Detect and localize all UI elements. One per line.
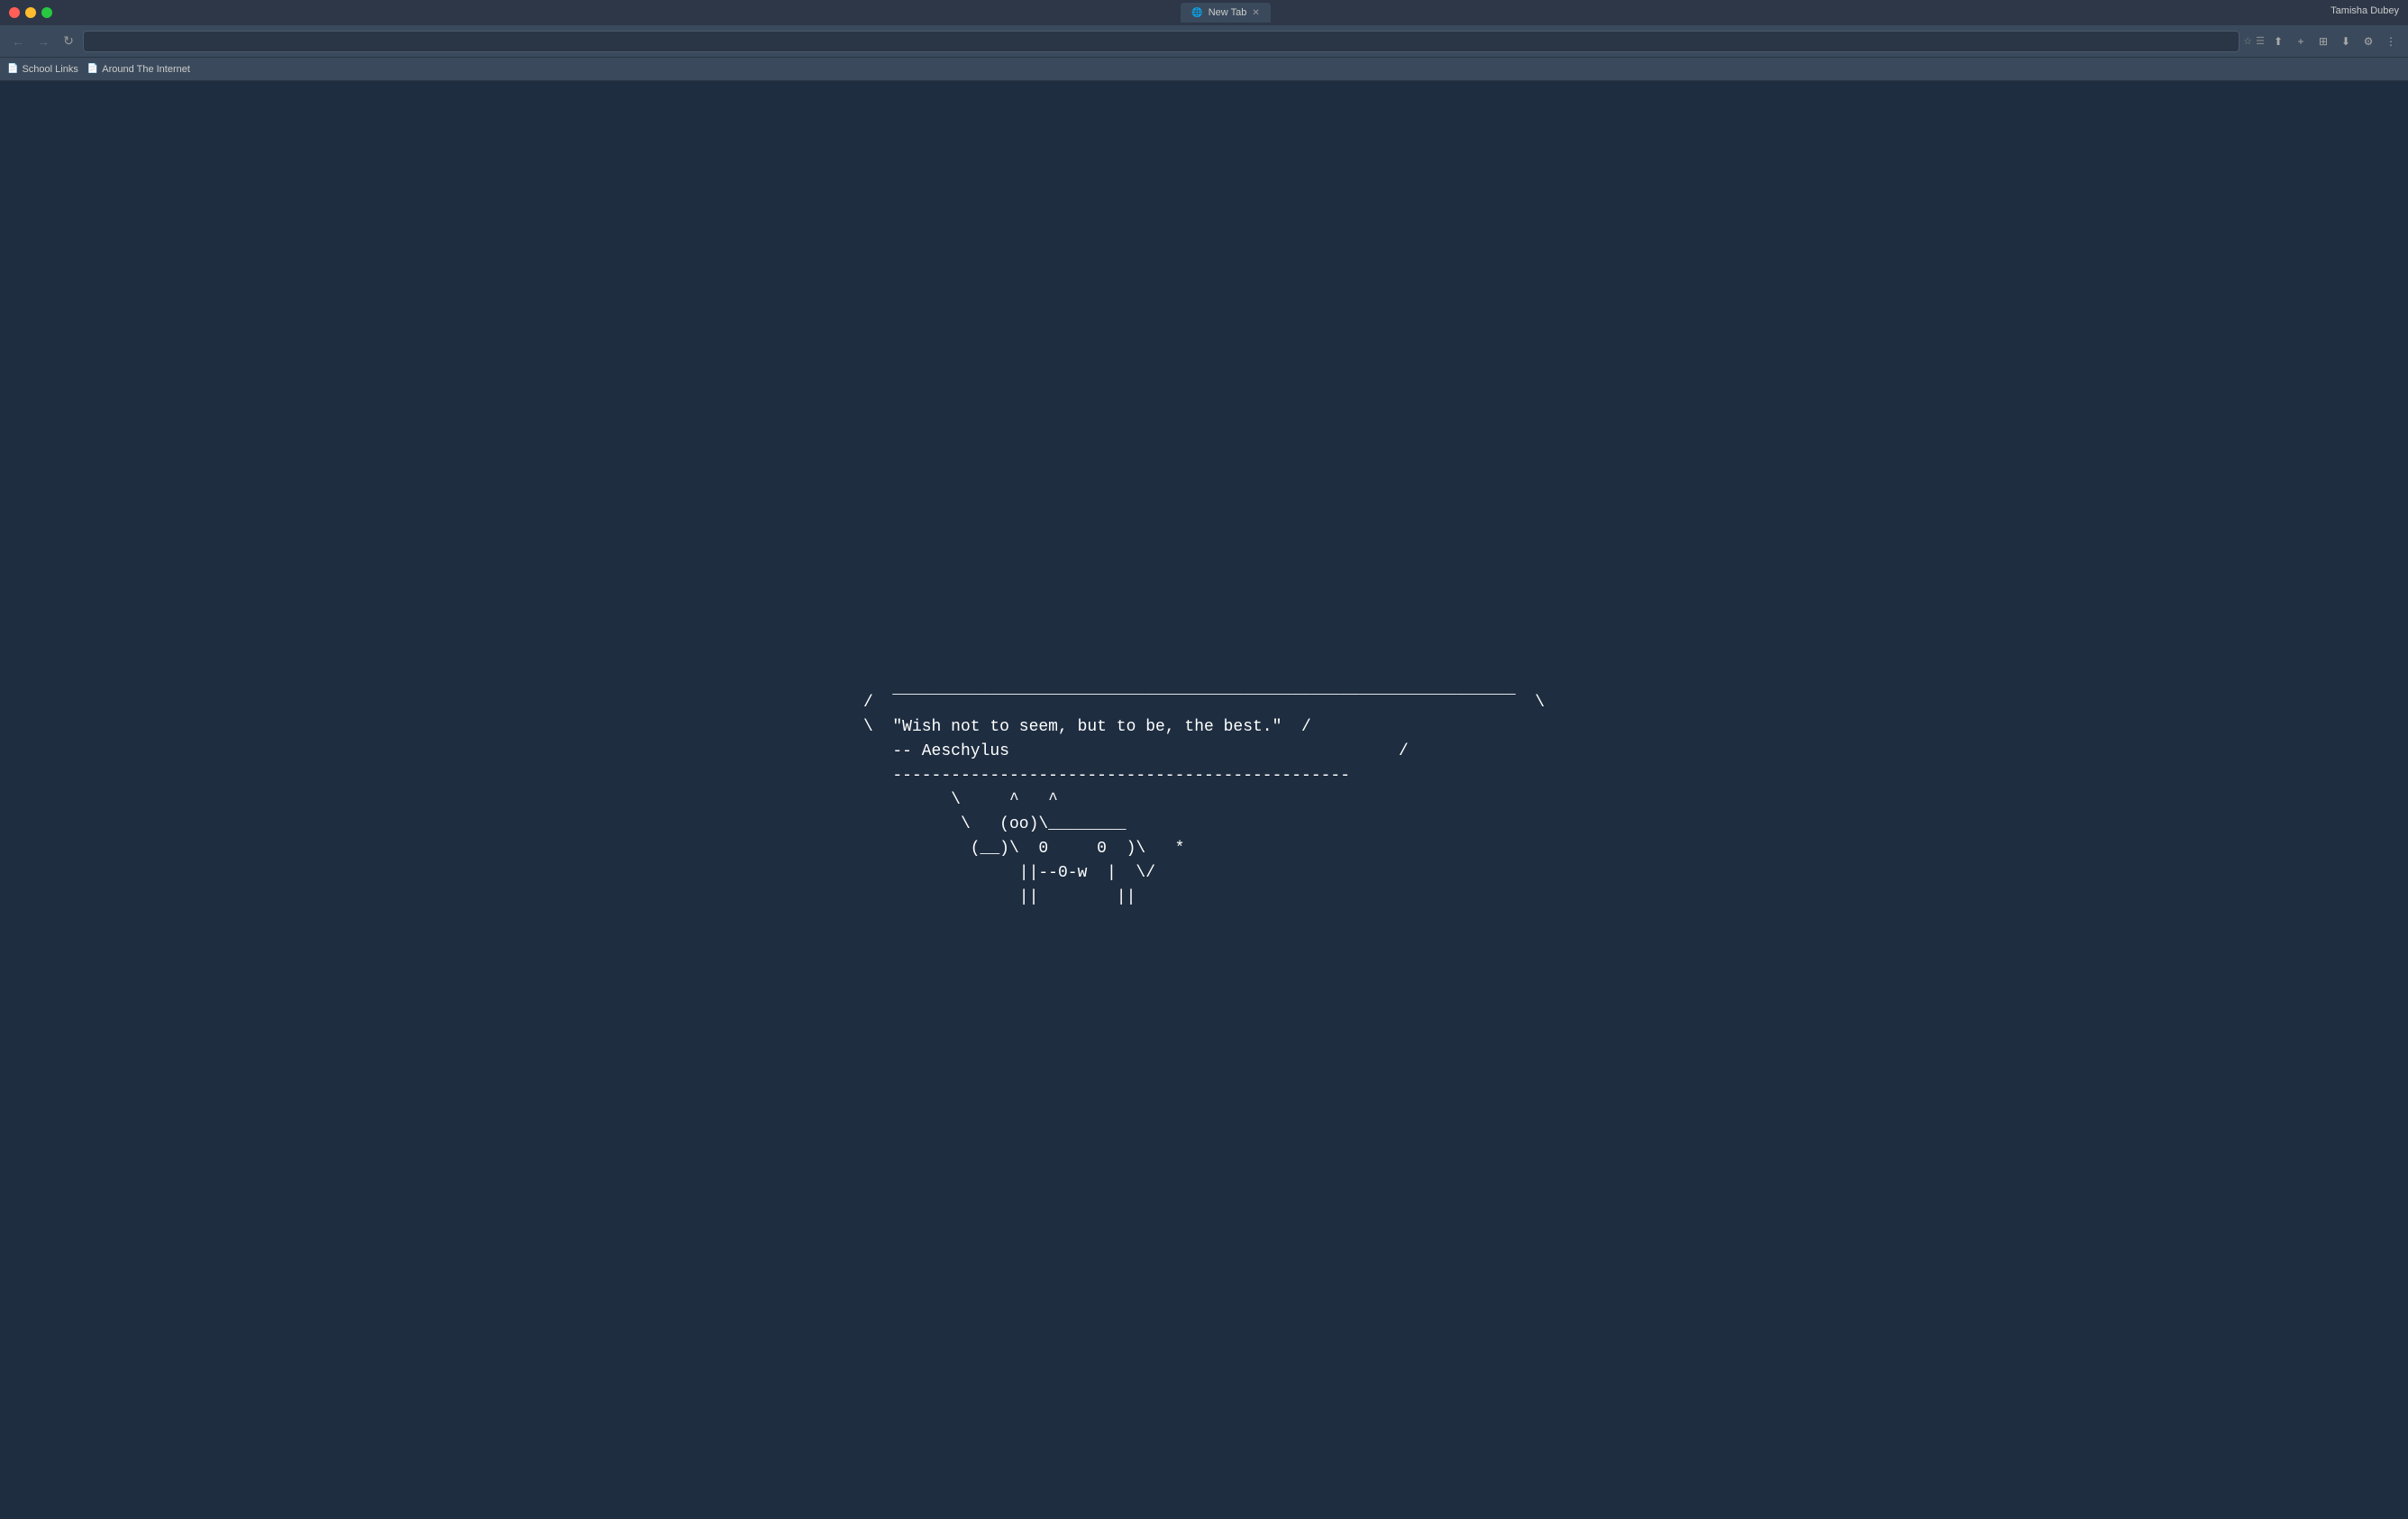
browser-frame: 🌐 New Tab ✕ Tamisha Dubey ← → ↻ ☆ ☰ ⬆ + … [0,0,2408,1519]
toolbar-right: ⬆ + ⊞ ⬇ ⚙ ⋮ [2268,32,2401,51]
close-button[interactable] [9,7,20,18]
ascii-art-display: / ‾‾‾‾‾‾‾‾‾‾‾‾‾‾‾‾‾‾‾‾‾‾‾‾‾‾‾‾‾‾‾‾‾‾‾‾‾‾… [863,691,1545,910]
refresh-button[interactable]: ↻ [58,31,79,52]
share-button[interactable]: ⬆ [2268,32,2288,51]
minimize-button[interactable] [25,7,36,18]
bookmark-school-links-label: School Links [22,64,78,75]
traffic-lights [9,7,52,18]
ascii-container: / ‾‾‾‾‾‾‾‾‾‾‾‾‾‾‾‾‾‾‾‾‾‾‾‾‾‾‾‾‾‾‾‾‾‾‾‾‾‾… [863,691,1545,910]
back-button[interactable]: ← [7,31,29,52]
bookmark-school-links-icon: 📄 [7,64,18,74]
address-icons: ☆ ☰ [2243,35,2265,47]
forward-button[interactable]: → [32,31,54,52]
bookmark-around-internet[interactable]: 📄 Around The Internet [87,64,190,75]
tab-title: New Tab [1209,7,1247,18]
download-button[interactable]: ⬇ [2336,32,2356,51]
tab-close-button[interactable]: ✕ [1252,8,1259,18]
browser-tab[interactable]: 🌐 New Tab ✕ [1181,3,1270,23]
maximize-button[interactable] [41,7,52,18]
star-icon[interactable]: ☆ [2243,35,2252,47]
bookmark-around-internet-icon: 📄 [87,64,98,74]
user-name: Tamisha Dubey [2330,5,2399,16]
title-bar: 🌐 New Tab ✕ Tamisha Dubey [0,0,2408,25]
sidebar-button[interactable]: ⊞ [2313,32,2333,51]
toolbar: ← → ↻ ☆ ☰ ⬆ + ⊞ ⬇ ⚙ ⋮ [0,25,2408,58]
bookmark-around-internet-label: Around The Internet [102,64,190,75]
extensions-icon[interactable]: ⚙ [2358,32,2378,51]
content-area: / ‾‾‾‾‾‾‾‾‾‾‾‾‾‾‾‾‾‾‾‾‾‾‾‾‾‾‾‾‾‾‾‾‾‾‾‾‾‾… [0,81,2408,1519]
bookmark-school-links[interactable]: 📄 School Links [7,64,78,75]
tab-icon: 🌐 [1191,8,1202,18]
bookmarks-bar: 📄 School Links 📄 Around The Internet [0,58,2408,81]
reader-icon[interactable]: ☰ [2256,35,2265,47]
addtab-button[interactable]: + [2291,32,2311,51]
menu-button[interactable]: ⋮ [2381,32,2401,51]
address-bar [83,31,2239,52]
address-input[interactable] [91,35,2231,48]
